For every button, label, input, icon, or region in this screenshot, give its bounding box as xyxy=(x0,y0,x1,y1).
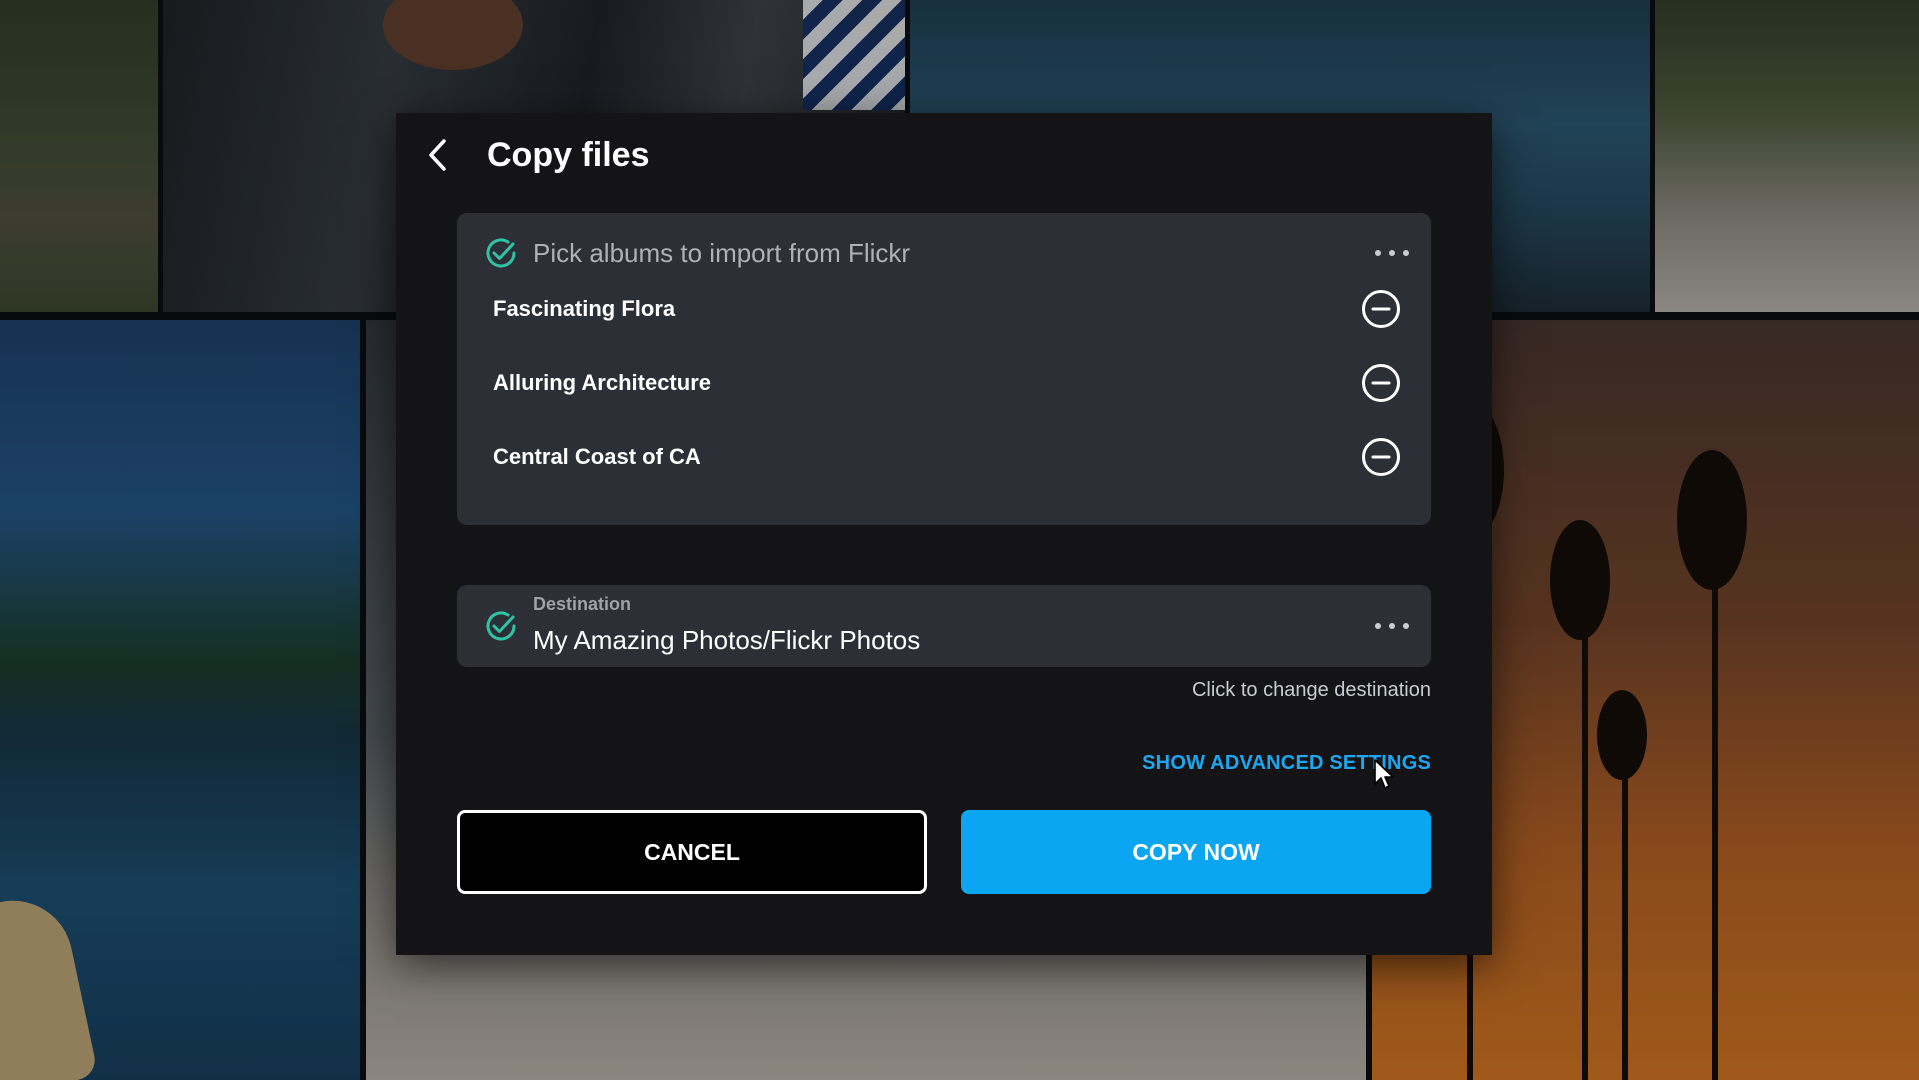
more-horizontal-icon[interactable] xyxy=(1375,243,1409,263)
dialog-title: Copy files xyxy=(487,136,650,174)
album-item: Fascinating Flora xyxy=(493,282,1401,336)
minus-circle-icon[interactable] xyxy=(1361,437,1401,477)
copy-files-dialog: Copy files Pick albums to import from Fl… xyxy=(396,113,1492,955)
cancel-button[interactable]: CANCEL xyxy=(457,810,927,894)
albums-heading: Pick albums to import from Flickr xyxy=(533,238,911,268)
check-circle-icon xyxy=(486,238,516,268)
chevron-left-icon xyxy=(429,139,446,171)
minus-circle-icon[interactable] xyxy=(1361,289,1401,329)
minus-circle-icon[interactable] xyxy=(1361,363,1401,403)
destination-hint: Click to change destination xyxy=(1191,679,1431,701)
album-item: Central Coast of CA xyxy=(493,430,1401,484)
album-name: Central Coast of CA xyxy=(493,444,701,469)
back-button[interactable] xyxy=(418,135,458,175)
copy-now-button[interactable]: COPY NOW xyxy=(961,810,1431,894)
album-item: Alluring Architecture xyxy=(493,356,1401,410)
more-horizontal-icon[interactable] xyxy=(1375,616,1409,636)
albums-card: Pick albums to import from Flickr Fascin… xyxy=(457,213,1431,525)
destination-path: My Amazing Photos/Flickr Photos xyxy=(533,625,921,655)
album-name: Fascinating Flora xyxy=(493,296,676,321)
check-circle-icon xyxy=(486,611,516,641)
destination-card[interactable]: Destination My Amazing Photos/Flickr Pho… xyxy=(457,585,1431,667)
mouse-cursor-icon xyxy=(1374,759,1394,789)
album-name: Alluring Architecture xyxy=(493,370,711,395)
destination-label: Destination xyxy=(533,594,632,614)
app-screen: Copy files Pick albums to import from Fl… xyxy=(0,0,1919,1080)
